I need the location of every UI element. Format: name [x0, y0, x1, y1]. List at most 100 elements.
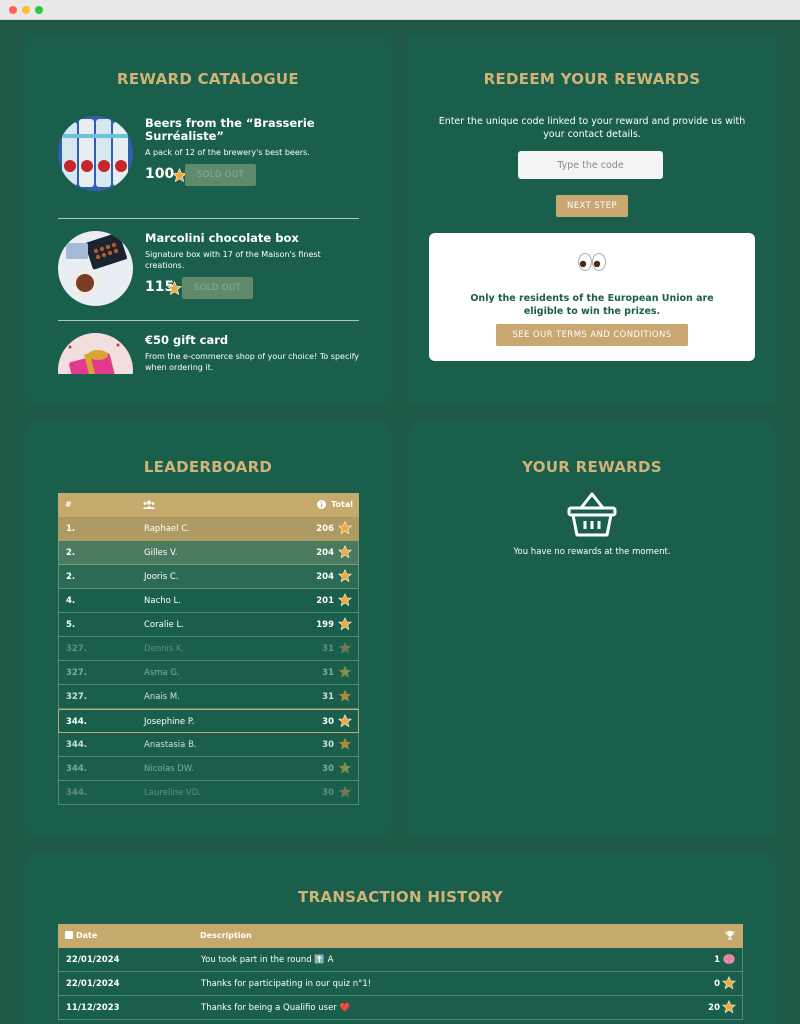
transaction-history-card: TRANSACTION HISTORY Date Description 22/…: [24, 853, 777, 1024]
catalogue-item: Beers from the “Brasserie Surréaliste” A…: [58, 116, 359, 218]
catalogue-title: REWARD CATALOGUE: [117, 70, 299, 88]
star-icon: [338, 689, 352, 702]
rank: 327.: [66, 644, 87, 654]
player-total: 31: [322, 644, 334, 654]
rank: 1.: [66, 524, 76, 534]
catalogue-item: €50 gift card From the e-commerce shop o…: [58, 320, 359, 374]
star-icon: [338, 785, 352, 798]
player-name: Dennis K.: [144, 644, 185, 654]
chocolate-box-image: [58, 231, 133, 306]
terms-button[interactable]: SEE OUR TERMS AND CONDITIONS: [496, 324, 688, 346]
catalogue-item-name: Marcolini chocolate box: [145, 231, 299, 245]
minimize-window-button[interactable]: [22, 6, 30, 14]
sold-out-button[interactable]: SOLD OUT: [185, 164, 256, 186]
close-window-button[interactable]: [9, 6, 17, 14]
player-total: 31: [322, 668, 334, 678]
star-icon: [167, 281, 182, 296]
player-total: 201: [316, 596, 334, 606]
leaderboard-row: 2. Gilles V. 204: [58, 541, 359, 565]
player-name: Laureline VD.: [144, 788, 201, 798]
catalogue-item-description: A pack of 12 of the brewery's best beers…: [145, 148, 310, 157]
calendar-icon: [65, 931, 73, 939]
transaction-points: 20: [708, 1003, 720, 1013]
catalogue-item-description: From the e-commerce shop of your choice!…: [145, 352, 359, 372]
player-name: Anastasia B.: [144, 740, 197, 750]
transaction-date: 22/01/2024: [66, 979, 120, 989]
star-icon: [338, 593, 352, 607]
player-name: Nicolas DW.: [144, 764, 194, 774]
player-name: Asma G.: [144, 668, 180, 678]
leaderboard-card: LEADERBOARD # Total 1. Raphael C. 206 2.…: [24, 422, 392, 838]
star-icon: [722, 976, 736, 990]
rank: 327.: [66, 668, 87, 678]
reward-catalogue-card: REWARD CATALOGUE Beers from the “Brasser…: [24, 34, 392, 406]
basket-icon: [567, 492, 617, 537]
catalogue-item-description: Signature box with 17 of the Maison's fi…: [145, 250, 321, 270]
window-titlebar: [0, 0, 800, 20]
leaderboard-row: 5. Coralie L. 199: [58, 613, 359, 637]
your-rewards-title: YOUR REWARDS: [522, 458, 662, 476]
catalogue-item-price: 100: [145, 166, 175, 182]
player-name: Nacho L.: [144, 596, 181, 606]
star-icon: [338, 714, 352, 728]
rank: 344.: [66, 717, 87, 727]
star-icon: [338, 665, 352, 678]
rank: 344.: [66, 764, 87, 774]
player-total: 30: [322, 764, 334, 774]
transaction-date: 22/01/2024: [66, 955, 120, 965]
date-header: Date: [76, 931, 98, 940]
player-total: 30: [322, 788, 334, 798]
player-name: Gilles V.: [144, 548, 178, 558]
gift-box-image: [58, 333, 133, 374]
redeem-rewards-card: REDEEM YOUR REWARDS Enter the unique cod…: [407, 34, 777, 406]
total-header: Total: [331, 500, 353, 509]
history-title: TRANSACTION HISTORY: [298, 888, 503, 906]
rank: 4.: [66, 596, 76, 606]
trophy-icon: [725, 931, 735, 940]
player-total: 30: [322, 740, 334, 750]
history-table: Date Description 22/01/2024 You took par…: [58, 924, 743, 1020]
leaderboard-row: 4. Nacho L. 201: [58, 589, 359, 613]
redeem-instructions: Enter the unique code linked to your rew…: [438, 116, 746, 140]
player-total: 206: [316, 524, 334, 534]
eligibility-text: Only the residents of the European Union…: [470, 293, 714, 317]
rank: 344.: [66, 740, 87, 750]
star-icon: [338, 521, 352, 535]
leaderboard-row: 344. Nicolas DW. 30: [58, 757, 359, 781]
history-row: 22/01/2024 Thanks for participating in o…: [58, 972, 743, 996]
player-total: 204: [316, 548, 334, 558]
star-icon: [338, 617, 352, 631]
eyes-icon: [578, 253, 606, 271]
leaderboard-row: 2. Jooris C. 204: [58, 565, 359, 589]
star-icon: [338, 569, 352, 583]
catalogue-item-name: €50 gift card: [145, 333, 229, 347]
star-icon: [722, 1000, 736, 1014]
description-header: Description: [200, 931, 252, 940]
leaderboard-row: 1. Raphael C. 206: [58, 517, 359, 541]
leaderboard-row: 344. Anastasia B. 30: [58, 733, 359, 757]
your-rewards-card: YOUR REWARDS You have no rewards at the …: [407, 422, 777, 838]
player-total: 30: [322, 717, 334, 727]
history-row: 22/01/2024 You took part in the round ⬆️…: [58, 948, 743, 972]
player-name: Jooris C.: [144, 572, 179, 582]
maximize-window-button[interactable]: [35, 6, 43, 14]
catalogue-list[interactable]: Beers from the “Brasserie Surréaliste” A…: [58, 116, 359, 374]
catalogue-item-name: Beers from the “Brasserie Surréaliste”: [145, 116, 315, 143]
star-icon: [338, 641, 352, 654]
player-total: 204: [316, 572, 334, 582]
reward-code-input[interactable]: [518, 151, 663, 179]
leaderboard-title: LEADERBOARD: [143, 458, 273, 476]
rank: 344.: [66, 788, 87, 798]
transaction-description: Thanks for being a Qualifio user ❤️: [201, 1003, 351, 1013]
next-step-button[interactable]: NEXT STEP: [556, 195, 628, 217]
rank: 327.: [66, 692, 87, 702]
rank-header: #: [65, 500, 72, 509]
rank: 2.: [66, 572, 76, 582]
history-row: 11/12/2023 Thanks for being a Qualifio u…: [58, 996, 743, 1020]
leaderboard-row-current-user: 344. Josephine P. 30: [58, 709, 359, 733]
star-icon: [338, 761, 352, 774]
sold-out-button[interactable]: SOLD OUT: [182, 277, 253, 299]
player-name: Josephine P.: [144, 717, 195, 727]
player-total: 31: [322, 692, 334, 702]
leaderboard-header: # Total: [58, 493, 359, 517]
